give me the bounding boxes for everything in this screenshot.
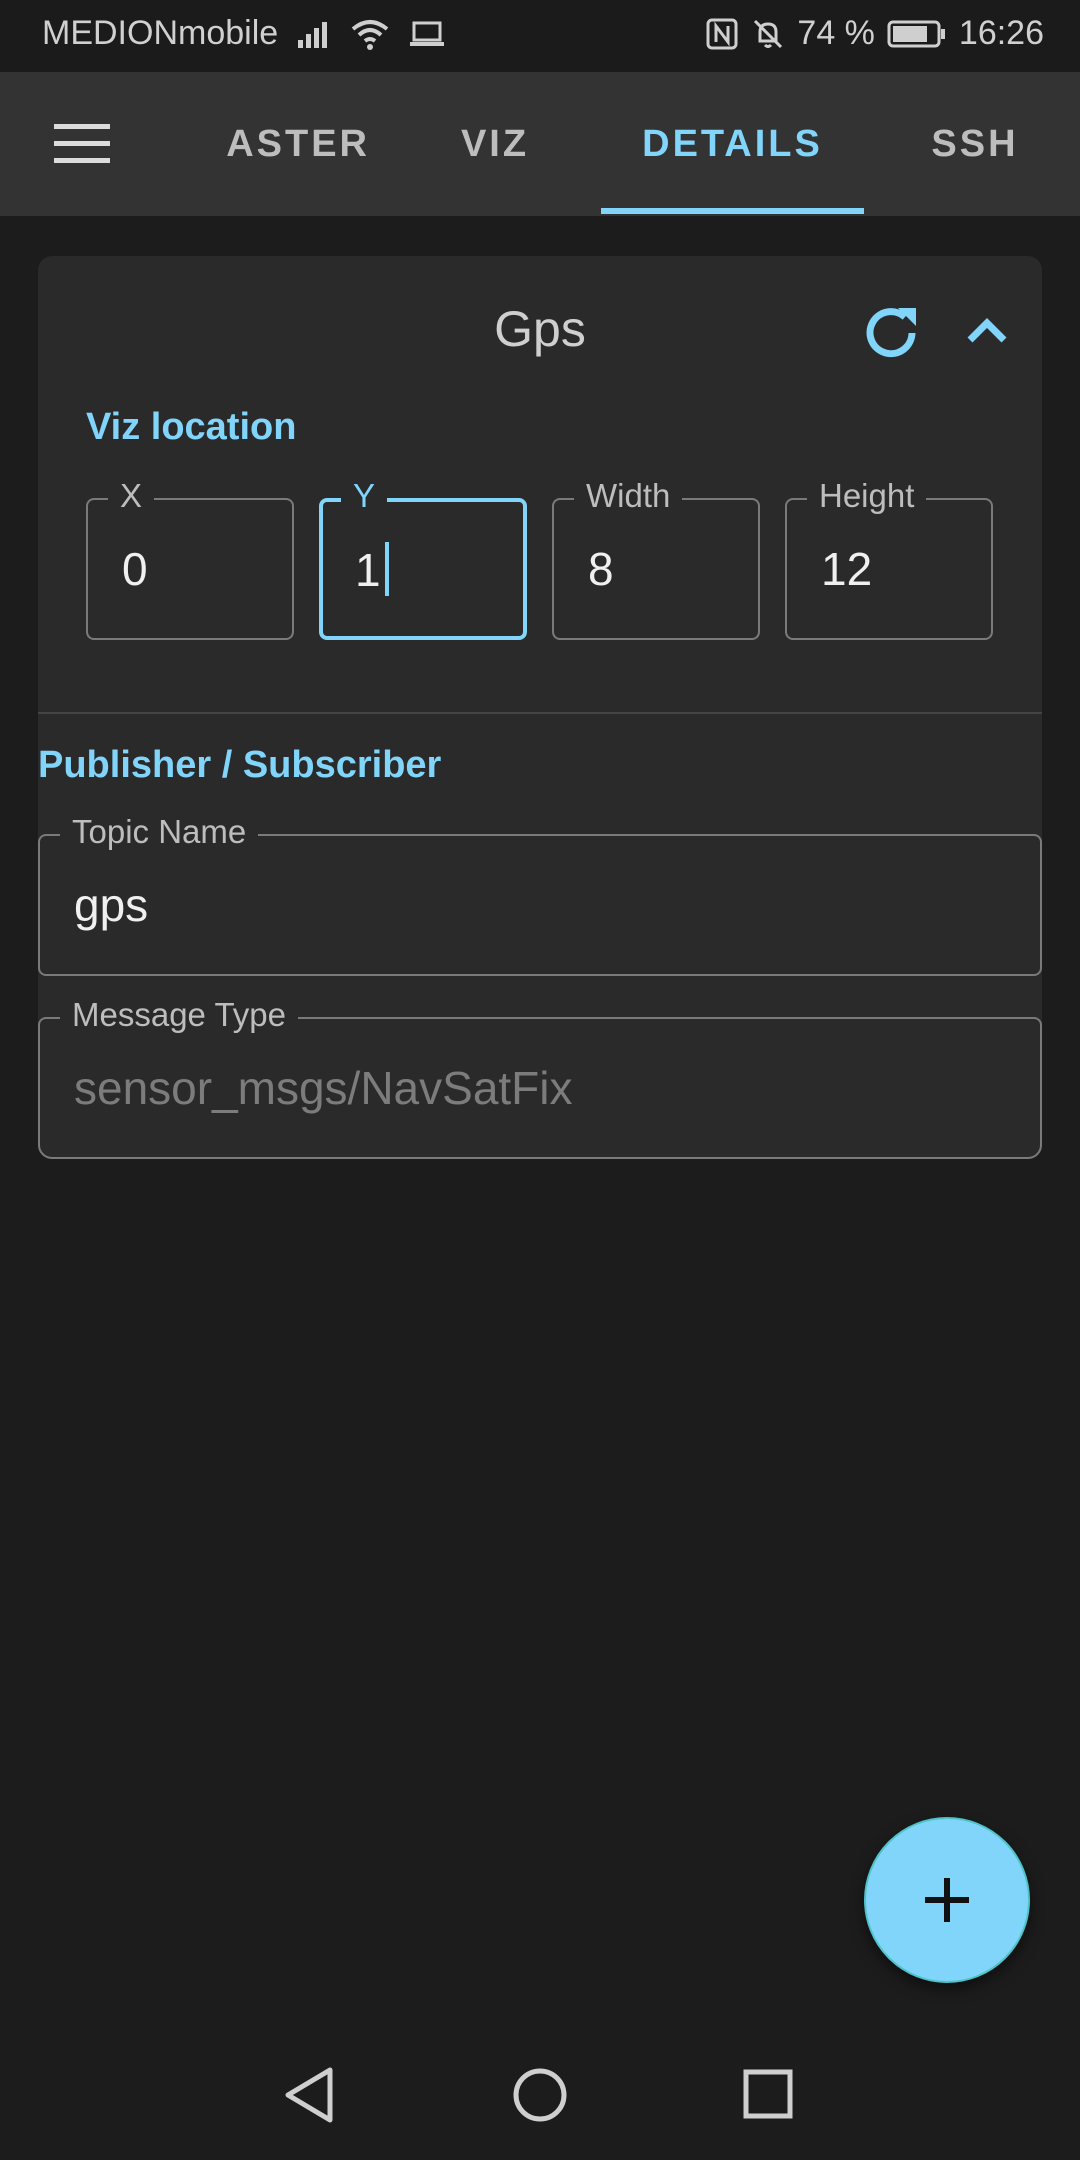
y-field[interactable]: Y 1: [319, 474, 527, 640]
wifi-icon: [351, 19, 389, 50]
tab-bar: ASTER VIZ DETAILS SSH: [0, 72, 1080, 216]
tab-ssh[interactable]: SSH: [910, 72, 1040, 216]
width-field[interactable]: Width 8: [552, 474, 760, 640]
signal-icon: [298, 21, 328, 48]
topic-name-label: Topic Name: [60, 810, 259, 854]
details-card: Gps Viz location X 0 Y 1 Width 8 Height …: [38, 256, 1042, 1159]
x-field[interactable]: X 0: [86, 474, 294, 640]
viz-location-label: Viz location: [86, 406, 297, 448]
clock: 16:26: [958, 14, 1044, 52]
active-tab-indicator: [601, 208, 864, 214]
chevron-up-icon[interactable]: [952, 298, 1022, 368]
recents-icon[interactable]: [734, 2060, 804, 2130]
refresh-icon[interactable]: [856, 298, 926, 368]
carrier-name: MEDIONmobile: [42, 14, 279, 52]
x-field-label: X: [108, 474, 155, 518]
nfc-icon: [706, 18, 738, 49]
message-type-field: Message Type sensor_msgs/NavSatFix: [38, 993, 1042, 1159]
battery-percent: 74 %: [797, 14, 875, 52]
tab-details[interactable]: DETAILS: [601, 72, 864, 216]
height-field-label: Height: [807, 474, 927, 518]
back-icon[interactable]: [274, 2060, 344, 2130]
topic-name-value: gps: [74, 879, 149, 931]
pubsub-label: Publisher / Subscriber: [38, 744, 442, 786]
battery-icon: [887, 20, 945, 47]
y-field-label: Y: [341, 474, 388, 518]
text-cursor: [384, 542, 389, 596]
status-bar: MEDIONmobile 74 % 16:26: [0, 0, 1080, 72]
tab-viz[interactable]: VIZ: [440, 72, 550, 216]
width-field-label: Width: [574, 474, 683, 518]
home-icon[interactable]: [505, 2060, 575, 2130]
x-field-value: 0: [122, 543, 148, 595]
topic-name-field[interactable]: Topic Name gps: [38, 810, 1042, 976]
hamburger-icon: [54, 124, 110, 163]
y-field-value: 1: [355, 544, 381, 596]
system-nav-bar: [0, 2026, 1080, 2160]
laptop-icon: [410, 21, 445, 46]
message-type-value: sensor_msgs/NavSatFix: [74, 1062, 573, 1114]
menu-button[interactable]: [40, 108, 124, 180]
tab-aster[interactable]: ASTER: [210, 72, 370, 216]
width-field-value: 8: [588, 543, 614, 595]
bell-off-icon: [754, 19, 783, 48]
height-field-value: 12: [821, 543, 873, 595]
plus-icon: [925, 1878, 969, 1922]
message-type-label: Message Type: [60, 993, 299, 1037]
y-field-value-wrap: 1: [355, 542, 389, 597]
height-field[interactable]: Height 12: [785, 474, 993, 640]
section-divider: [38, 712, 1042, 714]
add-button[interactable]: [864, 1817, 1030, 1983]
